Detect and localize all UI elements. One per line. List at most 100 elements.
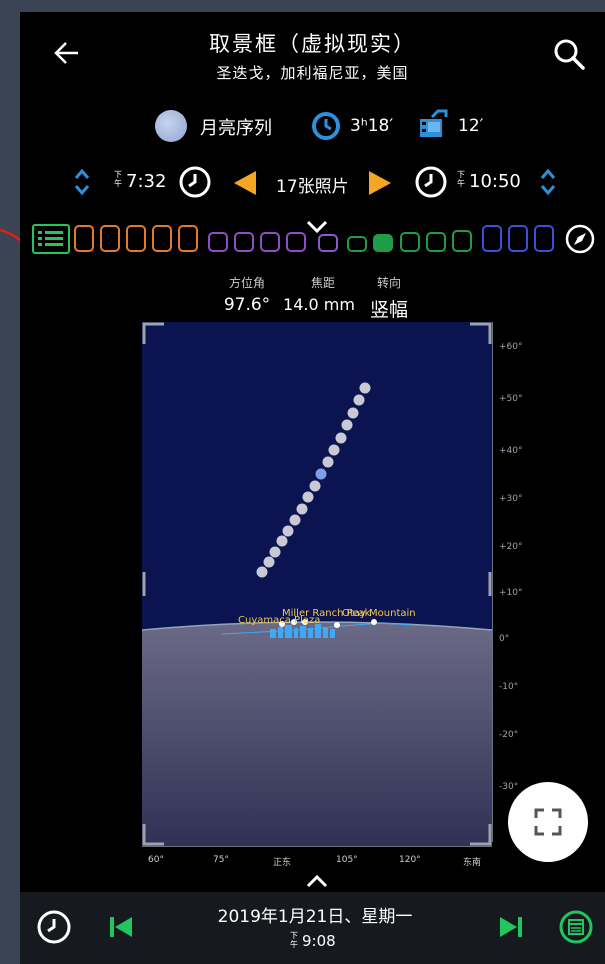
moon-position bbox=[309, 480, 321, 492]
altitude-tick: -10° bbox=[499, 682, 519, 692]
focal-label: 焦距 bbox=[310, 276, 335, 290]
end-time-stepper[interactable] bbox=[538, 166, 558, 198]
frame-chip[interactable] bbox=[452, 230, 472, 252]
frame-chip[interactable] bbox=[347, 236, 367, 252]
landmark-label: Cuyamaca Plaza bbox=[238, 615, 320, 626]
moon-position bbox=[263, 556, 275, 568]
moon-position bbox=[328, 444, 340, 456]
moon-position bbox=[282, 525, 294, 537]
location-subtitle: 圣迭戈，加利福尼亚，美国 bbox=[216, 64, 409, 82]
bottom-bar: 2019年1月21日、星期一 下午 9:08 bbox=[20, 892, 605, 964]
frame-chip[interactable] bbox=[400, 232, 420, 252]
frame-chip[interactable] bbox=[126, 225, 146, 252]
calendar-icon bbox=[559, 910, 593, 944]
frame-chip[interactable] bbox=[482, 225, 502, 252]
orientation-label: 转向 bbox=[376, 276, 401, 290]
search-button[interactable] bbox=[550, 36, 590, 72]
photo-count: 17张照片 bbox=[276, 177, 349, 197]
moon-position bbox=[335, 432, 347, 444]
start-ampm: 下午 bbox=[114, 170, 122, 188]
altitude-tick: +40° bbox=[499, 446, 523, 456]
compass-button[interactable] bbox=[564, 223, 596, 255]
landmark-label: Otay Mountain bbox=[342, 608, 416, 619]
time-picker-button[interactable] bbox=[36, 909, 72, 945]
moon-position bbox=[276, 535, 288, 547]
clock-icon bbox=[37, 910, 71, 944]
start-time-stepper[interactable] bbox=[72, 166, 92, 198]
moon-position bbox=[341, 419, 353, 431]
search-icon bbox=[554, 39, 585, 70]
triangle-right-icon bbox=[369, 171, 391, 195]
frame-chip[interactable] bbox=[318, 234, 338, 252]
up-down-chevron-icon bbox=[540, 168, 556, 196]
list-icon bbox=[38, 231, 63, 246]
moon-position bbox=[256, 566, 268, 578]
ground-area bbox=[142, 622, 492, 846]
azimuth-tick: 105° bbox=[336, 855, 358, 865]
altitude-tick: 0° bbox=[499, 634, 510, 644]
frame-chip[interactable] bbox=[508, 225, 528, 252]
fullscreen-icon bbox=[534, 808, 562, 836]
azimuth-tick: 60° bbox=[148, 855, 164, 865]
end-ampm: 下午 bbox=[457, 170, 465, 188]
frame-chip[interactable] bbox=[100, 225, 120, 252]
up-down-chevron-icon bbox=[74, 168, 90, 196]
footer-date[interactable]: 2019年1月21日、星期一 bbox=[170, 902, 460, 927]
fullscreen-button[interactable] bbox=[508, 782, 588, 862]
list-button[interactable] bbox=[32, 224, 70, 254]
skip-back-button[interactable] bbox=[106, 912, 136, 942]
focal-value: 14.0 mm bbox=[283, 295, 355, 314]
frame-chip[interactable] bbox=[74, 225, 94, 252]
frame-chip[interactable] bbox=[260, 232, 280, 252]
sequence-label: 月亮序列 bbox=[200, 118, 272, 139]
azimuth-value: 97.6° bbox=[223, 295, 271, 315]
moon-position bbox=[359, 382, 371, 394]
calendar-button[interactable] bbox=[558, 909, 594, 945]
start-clock-icon[interactable] bbox=[178, 165, 212, 199]
skip-forward-button[interactable] bbox=[496, 912, 526, 942]
azimuth-label: 方位角 bbox=[228, 276, 265, 290]
previous-button[interactable] bbox=[230, 168, 260, 198]
frame-chip[interactable] bbox=[286, 232, 306, 252]
altitude-tick: +30° bbox=[499, 494, 523, 504]
phone-screen: 取景框（虚拟现实） 圣迭戈，加利福尼亚，美国 月亮序列 3ʰ18′ 12′ 下午… bbox=[20, 12, 605, 964]
sequence-duration: 3ʰ18′ bbox=[350, 116, 394, 136]
altitude-tick: -20° bbox=[499, 730, 519, 740]
moon-position bbox=[289, 514, 301, 526]
moon-position bbox=[353, 394, 365, 406]
azimuth-tick: 120° bbox=[399, 855, 421, 865]
footer-time: 9:08 bbox=[302, 932, 336, 950]
expand-chevron-icon[interactable] bbox=[304, 872, 330, 890]
compass-icon bbox=[565, 224, 595, 254]
azimuth-tick: 75° bbox=[213, 855, 229, 865]
azimuth-tick: 东南 bbox=[463, 858, 482, 868]
frame-chip-selected[interactable] bbox=[373, 234, 393, 252]
moon-position bbox=[347, 407, 359, 419]
collapse-chevron-icon[interactable] bbox=[304, 218, 330, 236]
orientation-value: 竖幅 bbox=[369, 299, 408, 321]
moon-icon bbox=[155, 110, 187, 142]
viewfinder[interactable]: Miller Ranch Peak Otay Mountain Cuyamaca… bbox=[142, 322, 492, 846]
frame-chip[interactable] bbox=[426, 232, 446, 252]
frame-chip[interactable] bbox=[234, 232, 254, 252]
next-button[interactable] bbox=[365, 168, 395, 198]
altitude-tick: +10° bbox=[499, 588, 523, 598]
frame-chip[interactable] bbox=[178, 225, 198, 252]
end-time[interactable]: 10:50 bbox=[469, 171, 521, 192]
moon-position-current bbox=[315, 468, 327, 480]
end-clock-icon[interactable] bbox=[414, 165, 448, 199]
moon-position bbox=[296, 503, 308, 515]
triangle-left-icon bbox=[234, 171, 256, 195]
azimuth-scale bbox=[142, 846, 492, 853]
skip-next-icon bbox=[500, 917, 522, 937]
sequence-interval: 12′ bbox=[458, 116, 484, 136]
moon-position bbox=[269, 546, 281, 558]
altitude-tick: +60° bbox=[499, 342, 523, 352]
frame-chip[interactable] bbox=[152, 225, 172, 252]
altitude-tick: +20° bbox=[499, 542, 523, 552]
start-time[interactable]: 7:32 bbox=[126, 171, 166, 192]
frame-chip[interactable] bbox=[534, 225, 554, 252]
footer-ampm: 下午 bbox=[290, 931, 298, 949]
altitude-tick: +50° bbox=[499, 394, 523, 404]
frame-chip[interactable] bbox=[208, 232, 228, 252]
